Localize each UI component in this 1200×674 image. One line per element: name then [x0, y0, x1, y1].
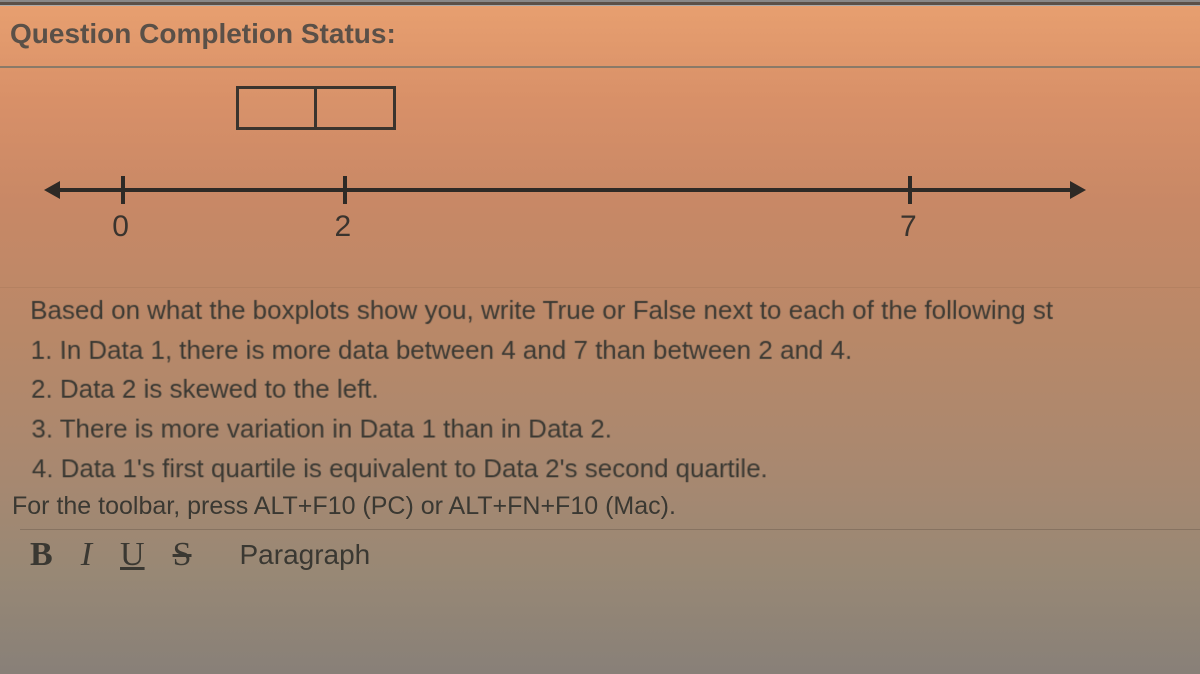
- strikethrough-button[interactable]: S: [173, 536, 192, 574]
- editor-toolbar: B I U S Paragraph: [20, 529, 1200, 580]
- boxplot-data2: [236, 86, 396, 130]
- axis-tick: [908, 176, 912, 204]
- paragraph-dropdown[interactable]: Paragraph: [240, 539, 371, 571]
- boxplot-median: [314, 86, 317, 130]
- axis-tick: [343, 176, 347, 204]
- question-text: Based on what the boxplots show you, wri…: [0, 288, 1200, 488]
- boxplot-area: 0 2 7: [0, 68, 1200, 288]
- axis-line: [60, 188, 1070, 192]
- italic-button[interactable]: I: [81, 536, 92, 574]
- toolbar-hint: For the toolbar, press ALT+F10 (PC) or A…: [0, 490, 1200, 527]
- axis-arrow-right: [1070, 181, 1086, 199]
- status-row: Question Completion Status:: [0, 6, 1200, 68]
- question-item: 2. Data 2 is skewed to the left.: [31, 371, 1191, 409]
- axis-tick-label: 0: [112, 210, 129, 244]
- question-item: 1. In Data 1, there is more data between…: [30, 332, 1191, 370]
- question-intro: Based on what the boxplots show you, wri…: [30, 292, 1192, 330]
- axis-tick-label: 2: [334, 210, 351, 244]
- axis-arrow-left: [44, 181, 60, 199]
- question-item: 4. Data 1's first quartile is equivalent…: [32, 450, 1191, 487]
- underline-button[interactable]: U: [120, 536, 145, 574]
- axis-tick: [121, 176, 125, 204]
- question-item: 3. There is more variation in Data 1 tha…: [31, 411, 1191, 448]
- bold-button[interactable]: B: [30, 536, 53, 574]
- status-label: Question Completion Status:: [10, 18, 396, 49]
- axis-tick-label: 7: [900, 210, 917, 244]
